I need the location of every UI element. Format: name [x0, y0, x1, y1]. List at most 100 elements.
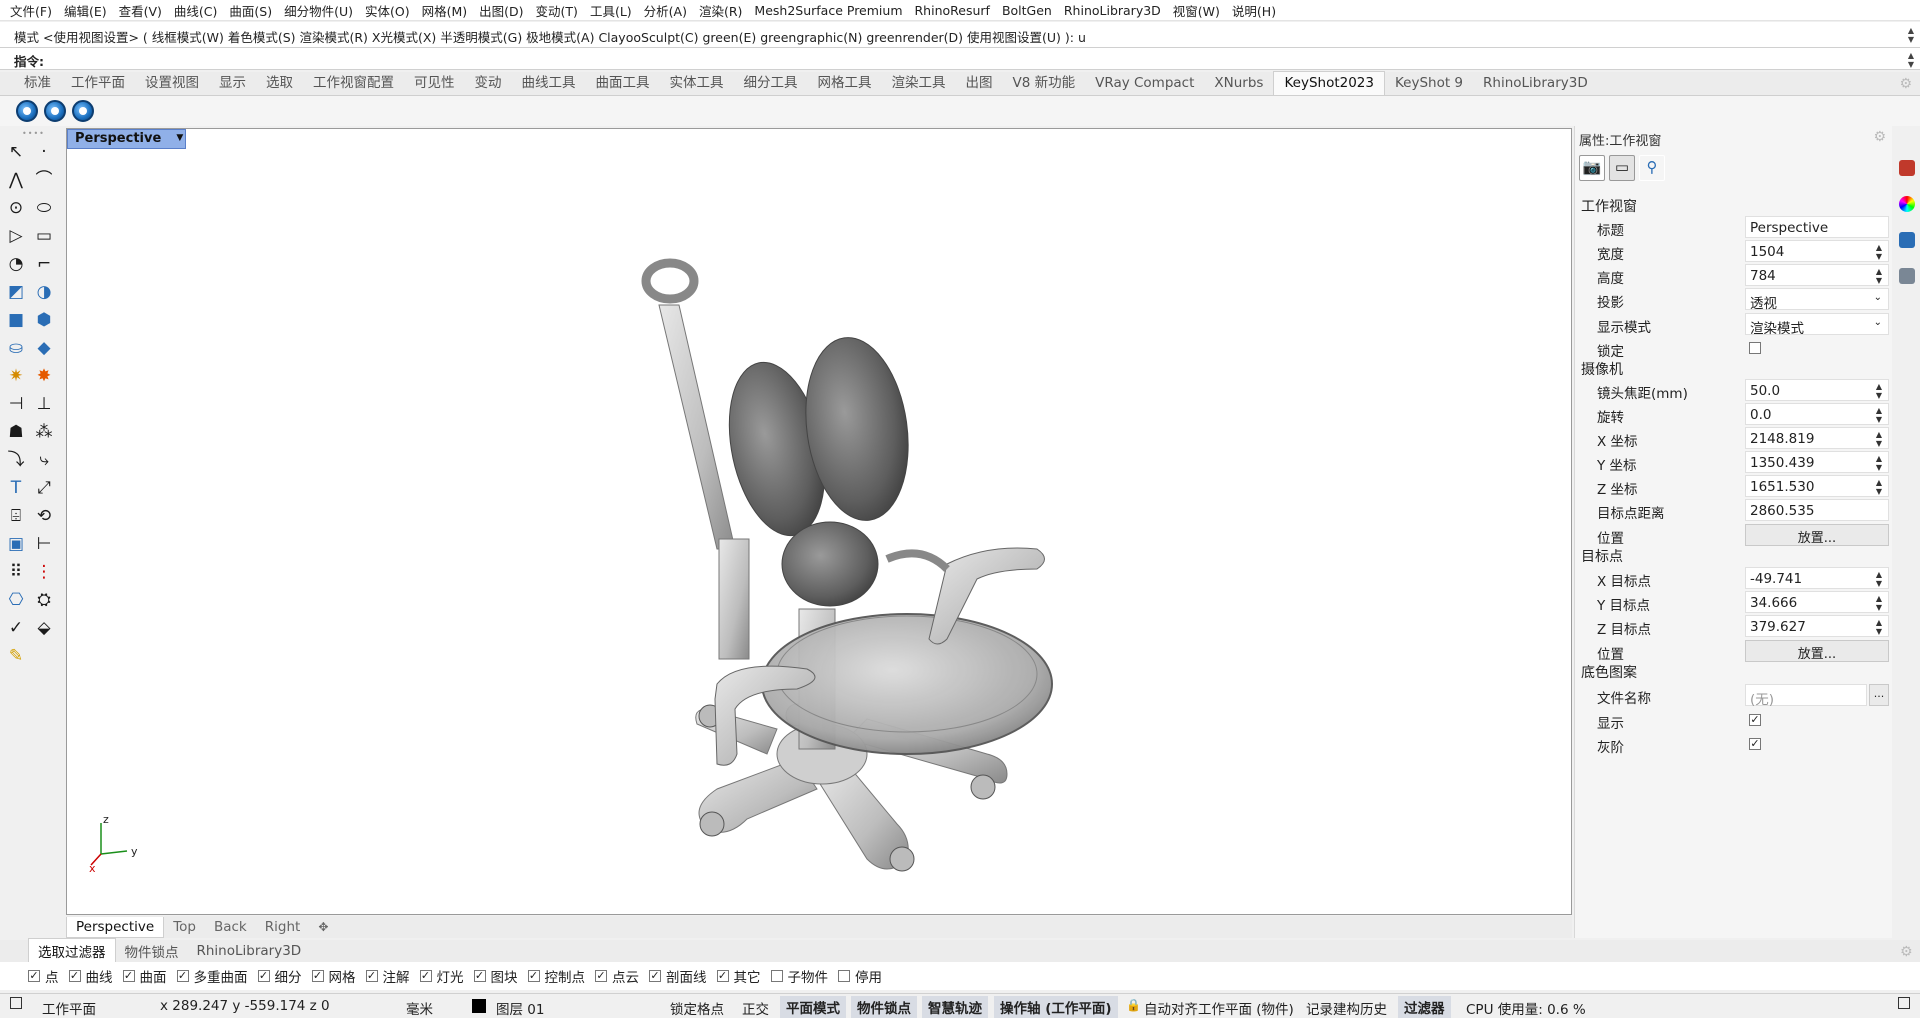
join-icon[interactable]: ☗ — [4, 420, 28, 444]
filename-field[interactable]: (无) — [1745, 684, 1867, 708]
status-filter[interactable]: 过滤器 — [1398, 996, 1451, 1018]
viewport-tab[interactable]: Perspective — [66, 916, 165, 938]
revolve-icon[interactable]: ◑ — [32, 280, 56, 304]
explode-solid-icon[interactable]: ✸ — [32, 364, 56, 388]
menu-item[interactable]: Mesh2Surface Premium — [748, 3, 908, 18]
rotate-icon[interactable]: ⟲ — [32, 504, 56, 528]
pencil-icon[interactable]: ✎ — [4, 644, 28, 668]
array-icon[interactable]: ⠿ — [4, 560, 28, 584]
viewport-tab[interactable]: Back — [205, 917, 256, 937]
grip-dots-icon[interactable]: •••• — [22, 129, 45, 138]
filter-checkbox[interactable]: ✓ — [527, 970, 540, 982]
toolbar-tab[interactable]: V8 新功能 — [1003, 68, 1086, 95]
status-grid-snap[interactable]: 锁定格点 — [670, 998, 724, 1018]
menu-item[interactable]: 视窗(W) — [1167, 1, 1226, 20]
filter-checkbox[interactable]: ✓ — [716, 970, 729, 982]
status-toggle-icon[interactable] — [10, 997, 22, 1009]
explode-icon[interactable]: ✷ — [4, 364, 28, 388]
menu-item[interactable]: 编辑(E) — [58, 1, 113, 20]
history-scroll-arrows[interactable]: ▲ ▼ — [1906, 26, 1916, 44]
toolbar-tab[interactable]: 曲面工具 — [586, 68, 660, 95]
filter-checkbox[interactable]: ✓ — [257, 970, 270, 982]
toolbar-tab[interactable]: XNurbs — [1204, 72, 1273, 95]
filter-checkbox[interactable]: ✓ — [473, 970, 486, 982]
filter-option[interactable]: ✓ 多重曲面 — [176, 966, 248, 986]
filter-option[interactable]: ✓ 细分 — [257, 966, 302, 986]
filter-option[interactable]: ✓ 点云 — [595, 966, 639, 986]
display-icon[interactable] — [1899, 232, 1915, 248]
spinner-icon[interactable]: ▲ ▼ — [1876, 406, 1882, 424]
menu-item[interactable]: 文件(F) — [4, 1, 58, 20]
toolbar-tab[interactable]: 实体工具 — [660, 68, 734, 95]
toolbar-tab[interactable]: 渲染工具 — [882, 68, 956, 95]
cam-z-field[interactable]: 1651.530 ▲ ▼ — [1745, 475, 1889, 497]
menu-item[interactable]: RhinoLibrary3D — [1058, 3, 1167, 18]
toolbar-tab[interactable]: KeyShot2023 — [1273, 71, 1385, 95]
status-plane[interactable]: 工作平面 — [42, 998, 96, 1018]
gumball-icon[interactable]: ⋮ — [32, 560, 56, 584]
viewport-tab[interactable]: Right — [256, 917, 310, 937]
filter-option[interactable]: 子物件 — [770, 966, 828, 986]
toolbar-tab[interactable]: 可见性 — [404, 68, 465, 95]
curve-icon[interactable]: ⌒ — [32, 168, 56, 192]
menu-item[interactable]: BoltGen — [996, 3, 1058, 18]
menu-item[interactable]: 变动(T) — [530, 1, 584, 20]
menu-item[interactable]: 实体(O) — [359, 1, 416, 20]
fillet-curve-icon[interactable]: ⌐ — [32, 252, 56, 276]
status-units[interactable]: 毫米 — [406, 998, 433, 1018]
keyshot-settings-icon[interactable] — [72, 100, 94, 122]
filter-option[interactable]: ✓ 注解 — [365, 966, 410, 986]
group-icon[interactable]: ⁂ — [32, 420, 56, 444]
status-layer[interactable]: 图层 01 — [496, 998, 544, 1018]
filter-option[interactable]: ✓ 曲面 — [122, 966, 167, 986]
browse-button[interactable]: ... — [1869, 684, 1889, 706]
filter-checkbox[interactable]: ✓ — [365, 970, 378, 982]
chair-model[interactable] — [567, 219, 1127, 879]
menu-item[interactable]: 细分物件(U) — [278, 1, 359, 20]
spinner-icon[interactable]: ▲ ▼ — [1876, 454, 1882, 472]
rectangle-icon[interactable]: ▭ — [32, 224, 56, 248]
layer-color-swatch[interactable] — [472, 999, 486, 1013]
filter-option[interactable]: ✓ 其它 — [716, 966, 761, 986]
box-icon[interactable]: ■ — [4, 308, 28, 332]
status-end-icon[interactable] — [1898, 997, 1910, 1009]
arc-icon[interactable]: ◔ — [4, 252, 28, 276]
viewport-icon[interactable]: ▭ — [1609, 155, 1635, 181]
toolbar-tab[interactable]: 网格工具 — [808, 68, 882, 95]
menu-item[interactable]: 说明(H) — [1226, 1, 1282, 20]
point-icon[interactable]: · — [32, 140, 56, 164]
surface-icon[interactable]: ◩ — [4, 280, 28, 304]
filter-checkbox[interactable]: ✓ — [311, 970, 324, 982]
chevron-down-icon[interactable]: ▼ — [176, 133, 183, 143]
status-gumball[interactable]: 操作轴 (工作平面) — [994, 996, 1118, 1018]
move-icon[interactable]: ⌹ — [4, 504, 28, 528]
cam-x-field[interactable]: 2148.819 ▲ ▼ — [1745, 427, 1889, 449]
toolbar-tab[interactable]: 设置视图 — [135, 68, 209, 95]
status-autoalign[interactable]: 自动对齐工作平面 (物件) — [1144, 998, 1294, 1018]
add-viewport-icon[interactable]: ✥ — [309, 918, 337, 936]
extrude-icon[interactable]: ◆ — [32, 336, 56, 360]
width-field[interactable]: 1504 ▲ ▼ — [1745, 240, 1889, 262]
eraser-icon[interactable]: ⬙ — [32, 616, 56, 640]
menu-item[interactable]: RhinoResurf — [909, 3, 996, 18]
bottom-panel-tab[interactable]: 选取过滤器 — [28, 938, 116, 964]
bottom-panel-tab[interactable]: 物件锁点 — [116, 939, 188, 963]
polygon-icon[interactable]: ▷ — [4, 224, 28, 248]
text-icon[interactable]: T — [4, 476, 28, 500]
toolbar-tab[interactable]: 工作平面 — [61, 68, 135, 95]
filter-checkbox[interactable] — [770, 970, 783, 982]
filter-option[interactable]: ✓ 灯光 — [419, 966, 464, 986]
filter-checkbox[interactable]: ✓ — [595, 970, 607, 982]
filter-option[interactable]: ✓ 网格 — [311, 966, 356, 986]
toolbar-tab[interactable]: 工作视窗配置 — [303, 68, 404, 95]
status-osnap[interactable]: 物件锁点 — [851, 996, 917, 1018]
tgt-y-field[interactable]: 34.666 ▲ ▼ — [1745, 591, 1889, 613]
menu-item[interactable]: 曲线(C) — [168, 1, 223, 20]
cylinder-icon[interactable]: ⛀ — [4, 336, 28, 360]
filter-checkbox[interactable]: ✓ — [28, 970, 40, 982]
camera-place-button[interactable]: 放置... — [1745, 524, 1889, 546]
projection-select[interactable]: 透视 ⌄ — [1745, 288, 1889, 312]
toolbar-tab[interactable]: 显示 — [209, 68, 256, 95]
spinner-icon[interactable]: ▲ ▼ — [1876, 618, 1882, 636]
filter-option[interactable]: ✓ 点 — [28, 966, 59, 986]
